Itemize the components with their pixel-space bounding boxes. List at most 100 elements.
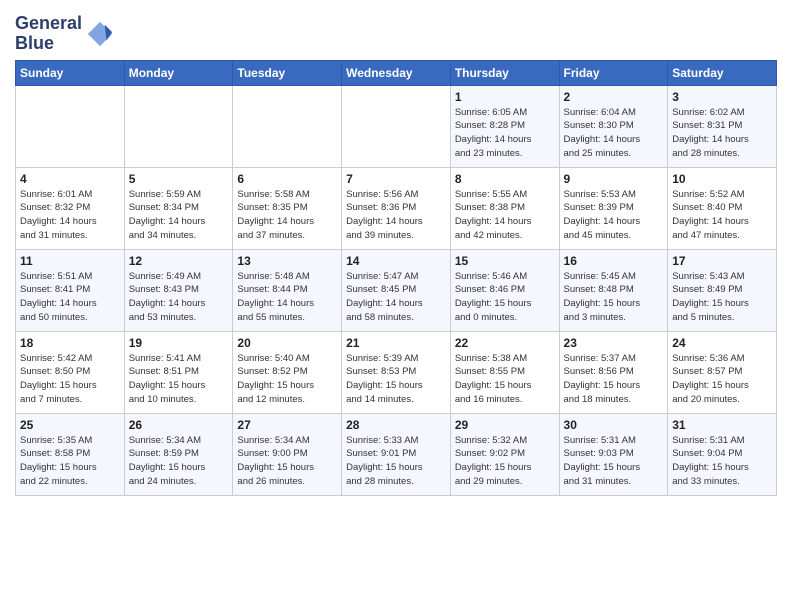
day-number: 9 (564, 172, 664, 186)
cell-details: Sunrise: 5:33 AM Sunset: 9:01 PM Dayligh… (346, 434, 446, 489)
cell-details: Sunrise: 5:36 AM Sunset: 8:57 PM Dayligh… (672, 352, 772, 407)
calendar-week-row: 11 Sunrise: 5:51 AM Sunset: 8:41 PM Dayli… (16, 249, 777, 331)
day-number: 8 (455, 172, 555, 186)
calendar-cell: 1 Sunrise: 6:05 AM Sunset: 8:28 PM Daylig… (450, 85, 559, 167)
day-number: 18 (20, 336, 120, 350)
cell-details: Sunrise: 5:32 AM Sunset: 9:02 PM Dayligh… (455, 434, 555, 489)
weekday-header-tuesday: Tuesday (233, 60, 342, 85)
calendar-cell: 6Sunrise: 5:58 AM Sunset: 8:35 PM Daylig… (233, 167, 342, 249)
day-number: 20 (237, 336, 337, 350)
calendar-cell: 2Sunrise: 6:04 AM Sunset: 8:30 PM Daylig… (559, 85, 668, 167)
calendar-cell: 3Sunrise: 6:02 AM Sunset: 8:31 PM Daylig… (668, 85, 777, 167)
calendar-cell: 5Sunrise: 5:59 AM Sunset: 8:34 PM Daylig… (124, 167, 233, 249)
calendar-cell: 13Sunrise: 5:48 AM Sunset: 8:44 PM Dayli… (233, 249, 342, 331)
calendar-cell: 20 Sunrise: 5:40 AM Sunset: 8:52 PM Dayli… (233, 331, 342, 413)
logo: GeneralBlue (15, 14, 114, 54)
day-number: 27 (237, 418, 337, 432)
weekday-header-saturday: Saturday (668, 60, 777, 85)
cell-details: Sunrise: 5:59 AM Sunset: 8:34 PM Dayligh… (129, 188, 229, 243)
cell-details: Sunrise: 6:01 AM Sunset: 8:32 PM Dayligh… (20, 188, 120, 243)
cell-details: Sunrise: 5:40 AM Sunset: 8:52 PM Dayligh… (237, 352, 337, 407)
day-number: 11 (20, 254, 120, 268)
weekday-header-friday: Friday (559, 60, 668, 85)
cell-details: Sunrise: 5:39 AM Sunset: 8:53 PM Dayligh… (346, 352, 446, 407)
calendar-cell: 8Sunrise: 5:55 AM Sunset: 8:38 PM Daylig… (450, 167, 559, 249)
calendar-cell: 9Sunrise: 5:53 AM Sunset: 8:39 PM Daylig… (559, 167, 668, 249)
calendar-week-row: 25 Sunrise: 5:35 AM Sunset: 8:58 PM Dayli… (16, 413, 777, 495)
header: GeneralBlue (15, 10, 777, 54)
day-number: 12 (129, 254, 229, 268)
day-number: 31 (672, 418, 772, 432)
cell-details: Sunrise: 6:02 AM Sunset: 8:31 PM Dayligh… (672, 106, 772, 161)
day-number: 10 (672, 172, 772, 186)
day-number: 15 (455, 254, 555, 268)
day-number: 29 (455, 418, 555, 432)
calendar-week-row: 1 Sunrise: 6:05 AM Sunset: 8:28 PM Daylig… (16, 85, 777, 167)
cell-details: Sunrise: 5:43 AM Sunset: 8:49 PM Dayligh… (672, 270, 772, 325)
calendar-cell: 17 Sunrise: 5:43 AM Sunset: 8:49 PM Dayli… (668, 249, 777, 331)
calendar-week-row: 18 Sunrise: 5:42 AM Sunset: 8:50 PM Dayli… (16, 331, 777, 413)
cell-details: Sunrise: 5:45 AM Sunset: 8:48 PM Dayligh… (564, 270, 664, 325)
day-number: 7 (346, 172, 446, 186)
cell-details: Sunrise: 5:46 AM Sunset: 8:46 PM Dayligh… (455, 270, 555, 325)
day-number: 26 (129, 418, 229, 432)
calendar-cell: 7 Sunrise: 5:56 AM Sunset: 8:36 PM Daylig… (342, 167, 451, 249)
cell-details: Sunrise: 5:52 AM Sunset: 8:40 PM Dayligh… (672, 188, 772, 243)
calendar-cell: 26 Sunrise: 5:34 AM Sunset: 8:59 PM Dayli… (124, 413, 233, 495)
cell-details: Sunrise: 5:41 AM Sunset: 8:51 PM Dayligh… (129, 352, 229, 407)
cell-details: Sunrise: 5:47 AM Sunset: 8:45 PM Dayligh… (346, 270, 446, 325)
calendar-cell: 21 Sunrise: 5:39 AM Sunset: 8:53 PM Dayli… (342, 331, 451, 413)
calendar-cell: 29 Sunrise: 5:32 AM Sunset: 9:02 PM Dayli… (450, 413, 559, 495)
calendar-cell: 25 Sunrise: 5:35 AM Sunset: 8:58 PM Dayli… (16, 413, 125, 495)
cell-details: Sunrise: 5:51 AM Sunset: 8:41 PM Dayligh… (20, 270, 120, 325)
logo-icon (86, 20, 114, 48)
cell-details: Sunrise: 5:35 AM Sunset: 8:58 PM Dayligh… (20, 434, 120, 489)
calendar-cell: 11 Sunrise: 5:51 AM Sunset: 8:41 PM Dayli… (16, 249, 125, 331)
calendar-cell: 19Sunrise: 5:41 AM Sunset: 8:51 PM Dayli… (124, 331, 233, 413)
cell-details: Sunrise: 5:37 AM Sunset: 8:56 PM Dayligh… (564, 352, 664, 407)
calendar-cell: 18 Sunrise: 5:42 AM Sunset: 8:50 PM Dayli… (16, 331, 125, 413)
calendar-cell: 4 Sunrise: 6:01 AM Sunset: 8:32 PM Daylig… (16, 167, 125, 249)
calendar-cell (233, 85, 342, 167)
calendar-cell: 10 Sunrise: 5:52 AM Sunset: 8:40 PM Dayli… (668, 167, 777, 249)
cell-details: Sunrise: 5:34 AM Sunset: 9:00 PM Dayligh… (237, 434, 337, 489)
calendar-cell: 15 Sunrise: 5:46 AM Sunset: 8:46 PM Dayli… (450, 249, 559, 331)
day-number: 17 (672, 254, 772, 268)
calendar-cell (16, 85, 125, 167)
page-container: GeneralBlue SundayMondayTuesdayWednesday… (0, 0, 792, 511)
day-number: 14 (346, 254, 446, 268)
calendar-week-row: 4 Sunrise: 6:01 AM Sunset: 8:32 PM Daylig… (16, 167, 777, 249)
day-number: 24 (672, 336, 772, 350)
weekday-header-thursday: Thursday (450, 60, 559, 85)
calendar-table: SundayMondayTuesdayWednesdayThursdayFrid… (15, 60, 777, 496)
weekday-header-wednesday: Wednesday (342, 60, 451, 85)
calendar-cell: 24 Sunrise: 5:36 AM Sunset: 8:57 PM Dayli… (668, 331, 777, 413)
calendar-cell: 28 Sunrise: 5:33 AM Sunset: 9:01 PM Dayli… (342, 413, 451, 495)
calendar-cell: 22Sunrise: 5:38 AM Sunset: 8:55 PM Dayli… (450, 331, 559, 413)
day-number: 23 (564, 336, 664, 350)
cell-details: Sunrise: 6:05 AM Sunset: 8:28 PM Dayligh… (455, 106, 555, 161)
cell-details: Sunrise: 5:49 AM Sunset: 8:43 PM Dayligh… (129, 270, 229, 325)
day-number: 13 (237, 254, 337, 268)
day-number: 16 (564, 254, 664, 268)
cell-details: Sunrise: 5:34 AM Sunset: 8:59 PM Dayligh… (129, 434, 229, 489)
cell-details: Sunrise: 5:42 AM Sunset: 8:50 PM Dayligh… (20, 352, 120, 407)
day-number: 2 (564, 90, 664, 104)
day-number: 1 (455, 90, 555, 104)
day-number: 21 (346, 336, 446, 350)
calendar-cell: 27 Sunrise: 5:34 AM Sunset: 9:00 PM Dayli… (233, 413, 342, 495)
cell-details: Sunrise: 5:56 AM Sunset: 8:36 PM Dayligh… (346, 188, 446, 243)
calendar-cell (342, 85, 451, 167)
calendar-cell: 31Sunrise: 5:31 AM Sunset: 9:04 PM Dayli… (668, 413, 777, 495)
day-number: 25 (20, 418, 120, 432)
cell-details: Sunrise: 5:58 AM Sunset: 8:35 PM Dayligh… (237, 188, 337, 243)
calendar-cell: 23 Sunrise: 5:37 AM Sunset: 8:56 PM Dayli… (559, 331, 668, 413)
day-number: 22 (455, 336, 555, 350)
calendar-cell: 16 Sunrise: 5:45 AM Sunset: 8:48 PM Dayli… (559, 249, 668, 331)
weekday-header-sunday: Sunday (16, 60, 125, 85)
day-number: 4 (20, 172, 120, 186)
calendar-cell: 30Sunrise: 5:31 AM Sunset: 9:03 PM Dayli… (559, 413, 668, 495)
calendar-cell: 14 Sunrise: 5:47 AM Sunset: 8:45 PM Dayli… (342, 249, 451, 331)
day-number: 28 (346, 418, 446, 432)
calendar-cell (124, 85, 233, 167)
